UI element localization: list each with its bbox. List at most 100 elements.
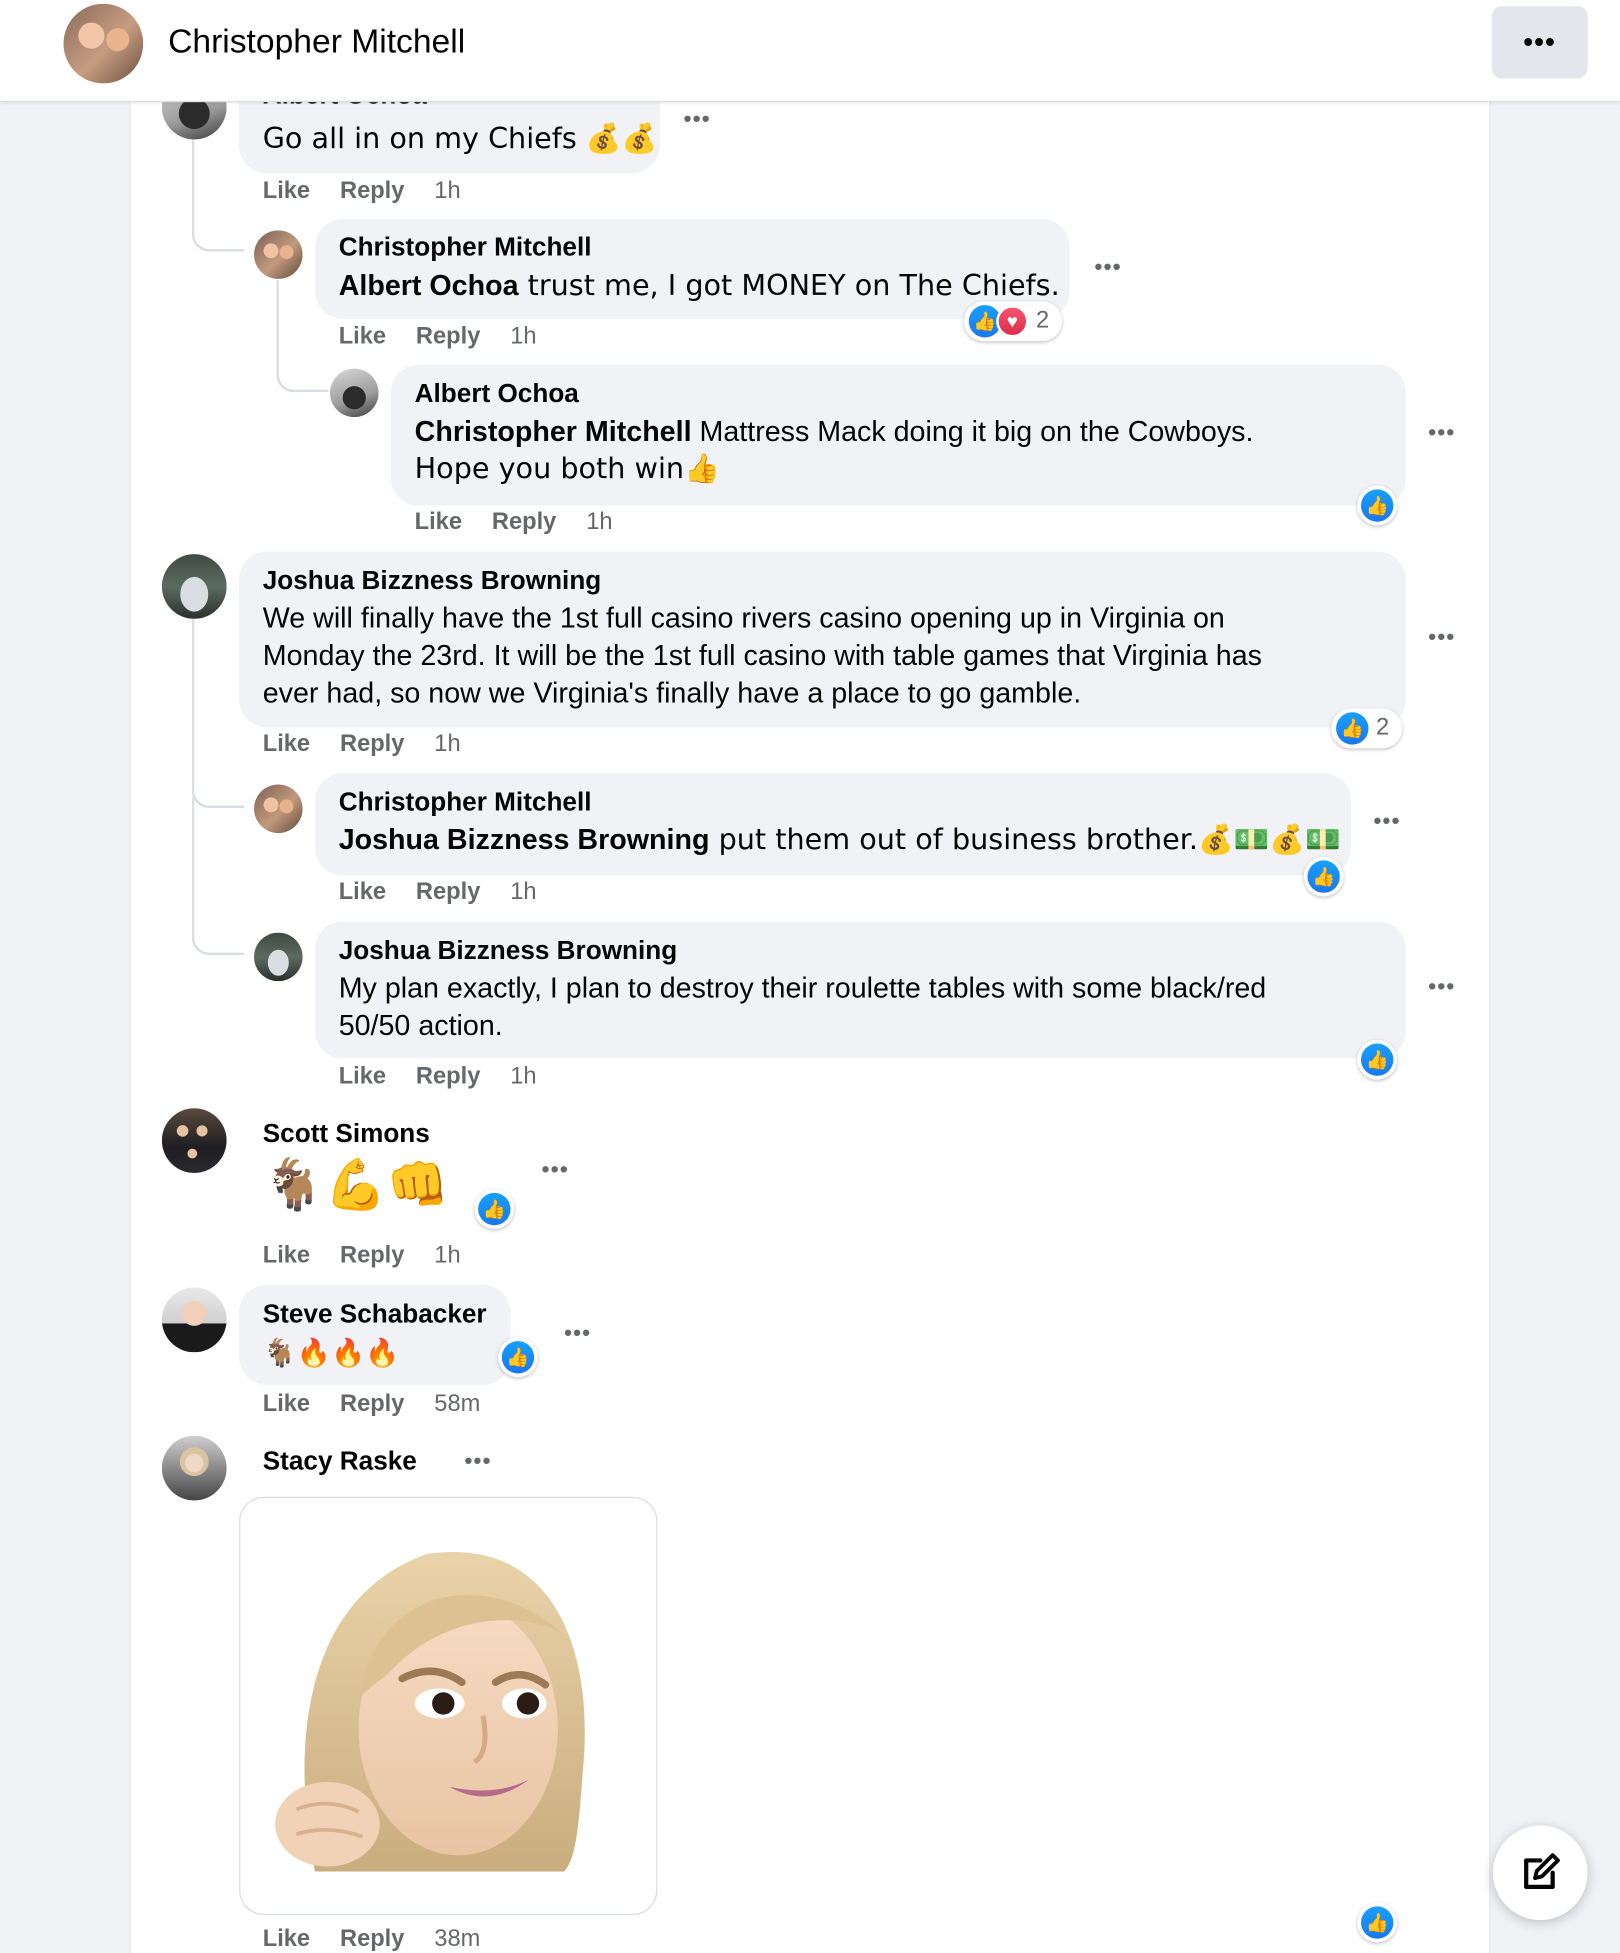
comment-text: We will finally have the 1st full casino… xyxy=(262,601,1225,634)
avatar[interactable] xyxy=(254,932,303,982)
comment-author[interactable]: Joshua Bizzness Browning xyxy=(339,936,678,966)
more-dots-icon[interactable]: ••• xyxy=(1428,624,1455,650)
timestamp[interactable]: 1h xyxy=(510,1063,536,1089)
comment-text: Joshua Bizzness Browning put them out of… xyxy=(338,823,1341,857)
avatar[interactable] xyxy=(254,230,303,279)
comment-author[interactable]: Steve Schabacker xyxy=(263,1300,487,1330)
reaction-count: 2 xyxy=(1375,714,1390,741)
page-title: Christopher Mitchell xyxy=(168,22,466,60)
reply-button[interactable]: Reply xyxy=(340,1243,404,1269)
thumbs-up-icon: 👍 xyxy=(1361,1906,1394,1939)
mention[interactable]: Christopher Mitchell xyxy=(415,415,692,447)
thumbs-up-icon: 👍 xyxy=(501,1341,535,1374)
like-button[interactable]: Like xyxy=(263,1243,310,1269)
comment-author[interactable]: Christopher Mitchell xyxy=(339,788,592,818)
more-dots-icon[interactable]: ••• xyxy=(1428,420,1455,446)
comment-author[interactable]: Joshua Bizzness Browning xyxy=(263,567,602,597)
comment-text: Go all in on my Chiefs 💰💰 xyxy=(262,123,658,156)
avatar[interactable] xyxy=(161,1435,227,1501)
like-button[interactable]: Like xyxy=(339,324,386,350)
like-button[interactable]: Like xyxy=(339,879,386,905)
comment-text: My plan exactly, I plan to destroy their… xyxy=(338,971,1267,1004)
like-button[interactable]: Like xyxy=(263,1391,310,1417)
comment-actions: Like Reply 1h xyxy=(339,324,567,351)
avatar[interactable] xyxy=(254,784,303,834)
reaction-summary[interactable]: 👍 xyxy=(1357,485,1398,526)
more-dots-icon[interactable]: ••• xyxy=(1095,254,1122,280)
avatar[interactable] xyxy=(161,1287,227,1353)
comment-text: Monday the 23rd. It will be the 1st full… xyxy=(262,638,1262,672)
timestamp[interactable]: 1h xyxy=(586,509,612,535)
reaction-count: 2 xyxy=(1036,307,1050,334)
comment-actions: Like Reply 1h xyxy=(339,879,567,906)
reply-button[interactable]: Reply xyxy=(416,1063,480,1089)
more-options-button[interactable]: ••• xyxy=(1491,6,1588,79)
comment-text: 50/50 action. xyxy=(338,1008,503,1041)
comment-author[interactable]: Scott Simons xyxy=(263,1119,430,1149)
reply-button[interactable]: Reply xyxy=(340,731,404,757)
timestamp[interactable]: 58m xyxy=(434,1391,480,1417)
timestamp[interactable]: 1h xyxy=(510,324,536,350)
reply-button[interactable]: Reply xyxy=(416,879,480,905)
like-button[interactable]: Like xyxy=(263,731,310,757)
reaction-summary[interactable]: 👍 ♥ 2 xyxy=(963,301,1062,342)
comment-actions: Like Reply 1h xyxy=(263,731,491,758)
timestamp[interactable]: 1h xyxy=(510,879,536,905)
comment-author[interactable]: Stacy Raske xyxy=(263,1447,417,1477)
reply-button[interactable]: Reply xyxy=(340,178,404,204)
thumbs-up-icon: 👍 xyxy=(1336,712,1369,745)
timestamp[interactable]: 38m xyxy=(434,1926,480,1952)
comment-text: Hope you both win👍 xyxy=(414,453,720,486)
more-dots-icon[interactable]: ••• xyxy=(542,1157,569,1183)
reaction-summary[interactable]: 👍 xyxy=(498,1337,538,1378)
comment-text: 🐐💪👊 xyxy=(262,1156,449,1215)
avatar[interactable] xyxy=(161,1108,227,1173)
more-dots-icon[interactable]: ••• xyxy=(564,1320,591,1346)
memoji-image xyxy=(275,1551,585,1872)
reply-button[interactable]: Reply xyxy=(492,509,556,535)
timestamp[interactable]: 1h xyxy=(434,178,460,204)
thumbs-up-icon: 👍 xyxy=(478,1192,511,1226)
reply-button[interactable]: Reply xyxy=(416,324,480,350)
avatar[interactable] xyxy=(329,368,379,418)
like-button[interactable]: Like xyxy=(263,178,310,204)
comment-text: Christopher Mitchell Mattress Mack doing… xyxy=(414,414,1254,448)
timestamp[interactable]: 1h xyxy=(434,1243,460,1269)
comment-text: 🐐🔥🔥🔥 xyxy=(262,1338,400,1370)
mention[interactable]: Joshua Bizzness Browning xyxy=(339,823,710,855)
comment-author[interactable]: Christopher Mitchell xyxy=(339,233,592,263)
comment-actions: Like Reply 1h xyxy=(263,1243,491,1270)
reaction-summary[interactable]: 👍 xyxy=(474,1189,515,1230)
thumbs-up-icon: 👍 xyxy=(1361,489,1394,522)
compose-icon xyxy=(1524,1853,1560,1890)
comment-actions: Like Reply 58m xyxy=(263,1391,510,1418)
more-dots-icon[interactable]: ••• xyxy=(684,106,711,132)
mention[interactable]: Albert Ochoa xyxy=(339,269,519,301)
more-dots-icon[interactable]: ••• xyxy=(464,1448,491,1474)
reaction-summary[interactable]: 👍 2 xyxy=(1331,708,1402,749)
comment-text: Albert Ochoa trust me, I got MONEY on Th… xyxy=(338,268,1060,303)
more-dots-icon[interactable]: ••• xyxy=(1428,974,1455,1000)
avatar[interactable] xyxy=(161,554,227,619)
comment-actions: Like Reply 1h xyxy=(263,178,491,205)
top-bar: Christopher Mitchell ••• xyxy=(0,0,1620,103)
like-button[interactable]: Like xyxy=(339,1063,386,1089)
comment-actions: Like Reply 38m xyxy=(263,1926,510,1953)
reaction-summary[interactable]: 👍 xyxy=(1303,856,1344,897)
comment-actions: Like Reply 1h xyxy=(339,1063,567,1090)
like-button[interactable]: Like xyxy=(415,509,462,535)
like-button[interactable]: Like xyxy=(263,1926,310,1952)
reaction-summary[interactable]: 👍 xyxy=(1357,1902,1398,1943)
reply-button[interactable]: Reply xyxy=(340,1391,404,1417)
comment-author[interactable]: Albert Ochoa xyxy=(415,380,579,410)
reaction-summary[interactable]: 👍 xyxy=(1357,1039,1398,1080)
avatar[interactable] xyxy=(63,3,144,84)
comment-actions: Like Reply 1h xyxy=(415,509,643,536)
timestamp[interactable]: 1h xyxy=(434,731,460,757)
compose-button[interactable] xyxy=(1492,1825,1588,1921)
thread-line xyxy=(191,796,245,956)
heart-icon: ♥ xyxy=(996,305,1029,338)
memoji-sticker[interactable] xyxy=(239,1496,658,1916)
more-dots-icon[interactable]: ••• xyxy=(1373,808,1400,834)
reply-button[interactable]: Reply xyxy=(340,1926,404,1952)
